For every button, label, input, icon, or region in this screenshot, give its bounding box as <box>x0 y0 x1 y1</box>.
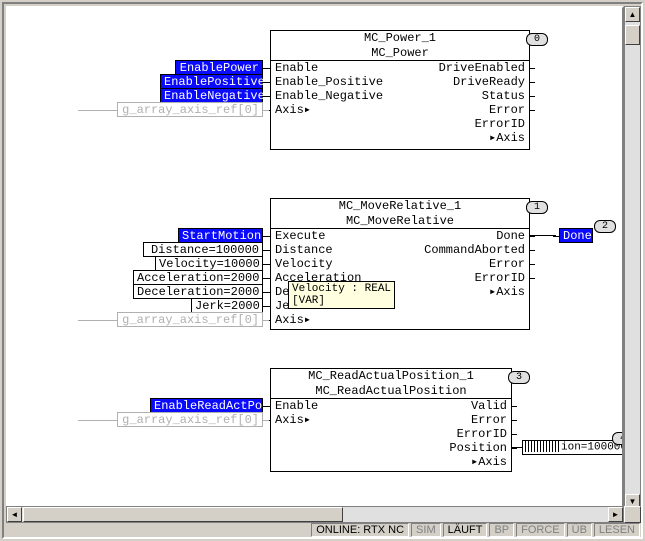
pin-errorid: ErrorID <box>457 427 507 441</box>
hatch-icon <box>525 441 559 452</box>
pin-enable: Enable <box>275 61 318 75</box>
pin-axis-in: Axis▸ <box>275 413 311 427</box>
status-lesen: LESEN <box>594 523 640 537</box>
hscroll-thumb[interactable] <box>23 507 343 522</box>
block-mc-power[interactable]: MC_Power_1 MC_Power Enable Enable_Positi… <box>270 30 530 150</box>
tag-enablereadactpos[interactable]: EnableReadActPos <box>150 398 263 413</box>
pin-axis-in: Axis▸ <box>275 313 311 327</box>
pin-enable-positive: Enable_Positive <box>275 75 383 89</box>
canvas-viewport: MC_Power_1 MC_Power Enable Enable_Positi… <box>6 6 624 510</box>
pin-error: Error <box>489 103 525 117</box>
block-instance-name: MC_ReadActualPosition_1 <box>271 369 511 384</box>
pin-drive-enabled: DriveEnabled <box>439 61 525 75</box>
pin-enable-negative: Enable_Negative <box>275 89 383 103</box>
pin-valid: Valid <box>471 399 507 413</box>
status-lauft: LÄUFT <box>443 523 488 537</box>
tag-velocity[interactable]: Velocity=10000 <box>155 256 263 271</box>
tag-enablenegative[interactable]: EnableNegative <box>160 88 263 103</box>
block-mc-readactualposition[interactable]: MC_ReadActualPosition_1 MC_ReadActualPos… <box>270 368 512 472</box>
pin-distance: Distance <box>275 243 333 257</box>
fbd-canvas[interactable]: MC_Power_1 MC_Power Enable Enable_Positi… <box>8 8 622 508</box>
pin-done: Done <box>496 229 525 243</box>
horizontal-scrollbar[interactable]: ◄ ► <box>6 506 624 523</box>
status-bar: ONLINE: RTX NC SIM LÄUFT BP FORCE ÜB LES… <box>5 522 640 537</box>
vertical-scrollbar[interactable]: ▲ ▼ <box>624 6 641 510</box>
pin-enable: Enable <box>275 399 318 413</box>
scroll-left-button[interactable]: ◄ <box>7 507 22 522</box>
pin-errorid: ErrorID <box>475 271 525 285</box>
out-id-2: 2 <box>594 220 616 233</box>
tag-enablepower[interactable]: EnablePower <box>175 60 263 75</box>
block-instance-name: MC_Power_1 <box>271 31 529 46</box>
status-force: FORCE <box>516 523 565 537</box>
tag-startmotion[interactable]: StartMotion <box>178 228 263 243</box>
out-id-4: 4 <box>612 432 624 445</box>
pin-position: Position <box>449 441 507 455</box>
pin-axis-out: ▸Axis <box>489 131 525 145</box>
window-frame: MC_Power_1 MC_Power Enable Enable_Positi… <box>2 2 643 539</box>
pin-error: Error <box>471 413 507 427</box>
pin-execute: Execute <box>275 229 325 243</box>
tooltip-velocity: Velocity : REAL [VAR] <box>288 281 395 309</box>
status-bp: BP <box>489 523 514 537</box>
block-mc-moverelative[interactable]: MC_MoveRelative_1 MC_MoveRelative Execut… <box>270 198 530 330</box>
block-instance-name: MC_MoveRelative_1 <box>271 199 529 214</box>
block-id-1: 1 <box>526 201 548 214</box>
tag-enablepositive[interactable]: EnablePositive <box>160 74 263 89</box>
tag-axis-ref-0[interactable]: g_array_axis_ref[0] <box>117 102 263 117</box>
position-output-box[interactable]: ion=100000 <box>522 440 624 455</box>
pin-error: Error <box>489 257 525 271</box>
tag-accel[interactable]: Acceleration=2000 <box>133 270 263 285</box>
pin-axis-out: ▸Axis <box>489 285 525 299</box>
block-id-0: 0 <box>526 33 548 46</box>
scroll-up-button[interactable]: ▲ <box>625 7 640 22</box>
tag-axis-ref-2[interactable]: g_array_axis_ref[0] <box>117 412 263 427</box>
pin-commandaborted: CommandAborted <box>424 243 525 257</box>
tag-jerk[interactable]: Jerk=2000 <box>191 298 263 313</box>
status-online: ONLINE: RTX NC <box>311 523 409 537</box>
tag-decel[interactable]: Deceleration=2000 <box>133 284 263 299</box>
tag-axis-ref-1[interactable]: g_array_axis_ref[0] <box>117 312 263 327</box>
block-id-3: 3 <box>508 371 530 384</box>
status-sim: SIM <box>411 523 441 537</box>
block-type-name: MC_ReadActualPosition <box>271 384 511 399</box>
tooltip-line1: Velocity : REAL <box>292 283 391 295</box>
pin-axis-in: Axis▸ <box>275 103 311 117</box>
pin-errorid: ErrorID <box>475 117 525 131</box>
tooltip-line2: [VAR] <box>292 295 325 307</box>
status-ub: ÜB <box>567 523 592 537</box>
block-type-name: MC_Power <box>271 46 529 61</box>
tag-distance[interactable]: Distance=100000 <box>143 242 263 257</box>
pin-velocity: Velocity <box>275 257 333 271</box>
tag-done-out[interactable]: Done <box>559 228 593 243</box>
scrollbar-corner <box>624 506 641 523</box>
vscroll-thumb[interactable] <box>625 25 640 45</box>
pin-drive-ready: DriveReady <box>453 75 525 89</box>
pin-status: Status <box>482 89 525 103</box>
pin-axis-out: ▸Axis <box>471 455 507 469</box>
block-type-name: MC_MoveRelative <box>271 214 529 229</box>
scroll-right-button[interactable]: ► <box>608 507 623 522</box>
